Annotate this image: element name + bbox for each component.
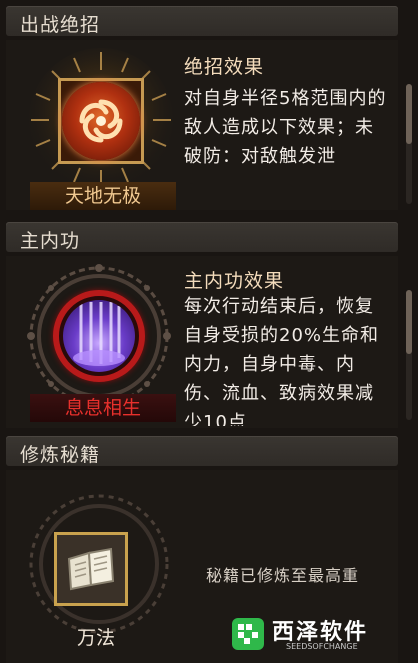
manual-item-name: 万法 (76, 627, 115, 649)
inner-art-scroll-thumb[interactable] (406, 290, 412, 354)
watermark: 西泽软件 SEEDSOFCHANGE (226, 612, 396, 660)
manual-name-plate: 万法 (66, 624, 126, 652)
section-header-manual: 修炼秘籍 (6, 436, 398, 466)
inner-art-skill-name: 息息相生 (64, 397, 141, 419)
ultimate-scroll-thumb[interactable] (406, 84, 412, 144)
section-header-inner-art: 主内功 (6, 222, 398, 252)
section-title: 修炼秘籍 (20, 444, 101, 466)
brand-sub: SEEDSOFCHANGE (286, 642, 358, 651)
ultimate-skill-name: 天地无极 (64, 185, 141, 207)
ultimate-effect-text: 对自身半径5格范围内的敌人造成以下效果；未破防：对敌触发泄 (184, 88, 387, 167)
ultimate-effect-title: 绝招效果 (184, 56, 265, 78)
ultimate-skill-name-plate: 天地无极 (30, 182, 176, 210)
section-title: 出战绝招 (20, 14, 101, 36)
open-book-icon (63, 541, 119, 597)
manual-emblem[interactable] (24, 490, 174, 640)
inner-art-emblem[interactable] (24, 262, 174, 412)
section-header-ultimate: 出战绝招 (6, 6, 398, 36)
inner-art-effect-title: 主内功效果 (184, 270, 285, 292)
ultimate-scrollbar[interactable] (406, 84, 412, 204)
brand-logo-icon (232, 618, 264, 650)
purple-waterfall-icon (63, 300, 135, 372)
spiral-swirl-icon (62, 82, 140, 160)
manual-status-text: 秘籍已修炼至最高重 (206, 566, 360, 585)
ultimate-skill-emblem[interactable] (26, 48, 176, 198)
section-title: 主内功 (20, 230, 81, 252)
inner-art-effect-text: 每次行动结束后，恢复自身受损的20%生命和内力，自身中毒、内伤、流血、致病效果减… (184, 296, 380, 426)
inner-art-scrollbar[interactable] (406, 290, 412, 420)
inner-art-name-plate: 息息相生 (30, 394, 176, 422)
